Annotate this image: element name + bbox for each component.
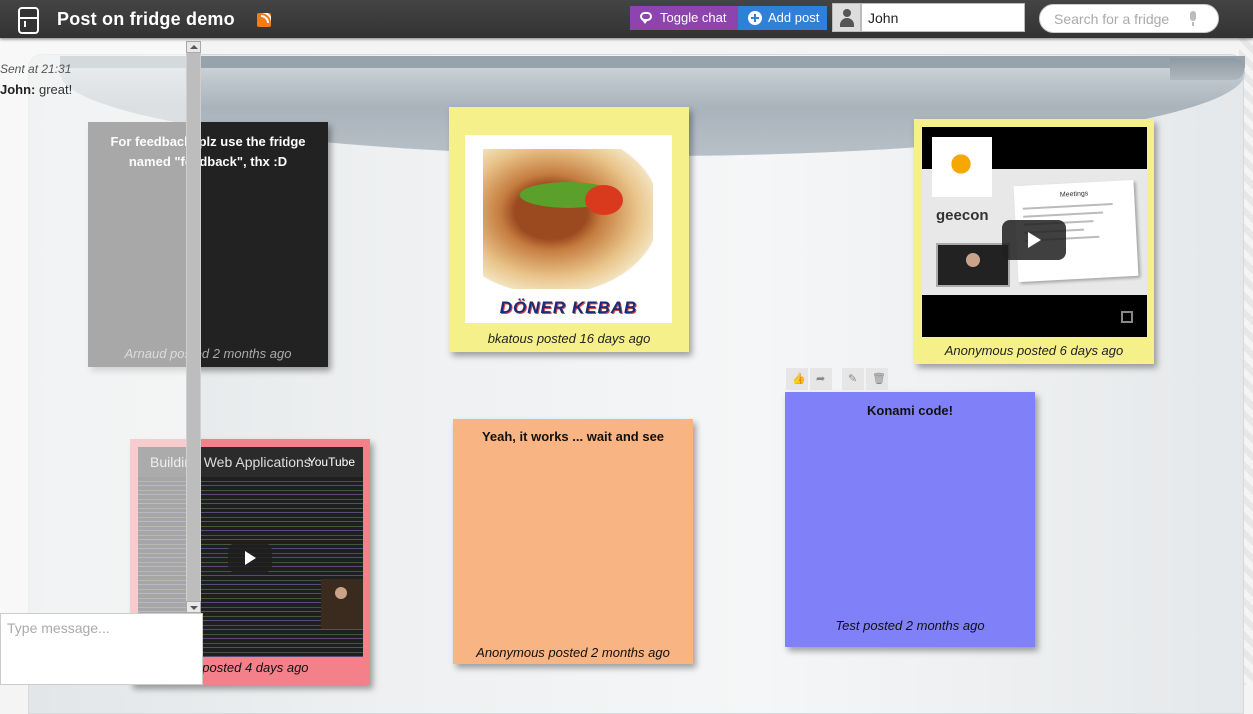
geecon-video-player[interactable]: geecon Meetings (922, 127, 1147, 337)
post-geecon-video[interactable]: geecon Meetings Anonymous posted 6 days … (914, 119, 1154, 364)
post-author: Anonymous posted 2 months ago (476, 645, 670, 660)
toggle-chat-button[interactable]: Toggle chat (630, 6, 738, 30)
thumbs-up-icon[interactable]: 👍 (786, 368, 808, 390)
top-bar: Post on fridge demo Toggle chat Add post (0, 0, 1253, 38)
chat-message: John: great! (0, 82, 72, 97)
scroll-up-icon[interactable] (186, 41, 201, 53)
chat-scrollbar[interactable] (186, 41, 201, 613)
plus-circle-icon (748, 11, 762, 25)
chat-message-author: John: (0, 82, 36, 97)
edit-icon[interactable]: ✎ (842, 368, 864, 390)
chat-message-input[interactable] (0, 613, 203, 685)
app-title[interactable]: Post on fridge demo (57, 9, 235, 30)
chat-icon (640, 11, 654, 25)
play-icon[interactable] (1002, 220, 1066, 260)
geecon-logo (932, 137, 992, 197)
chat-timestamp: Sent at 21:31 (0, 62, 72, 76)
geecon-brand: geecon (936, 207, 989, 224)
speaker-thumbnail (936, 243, 1010, 287)
youtube-logo[interactable]: YouTube (308, 455, 355, 469)
post-title: Yeah, it works ... wait and see (481, 429, 665, 444)
mic-icon[interactable] (1189, 11, 1197, 26)
share-icon[interactable]: ➦ (810, 368, 832, 390)
post-author: bkatous posted 16 days ago (487, 331, 651, 346)
post-author: Anonymous posted 6 days ago (944, 343, 1124, 358)
toggle-chat-label: Toggle chat (660, 10, 727, 25)
fullscreen-icon[interactable] (1121, 311, 1133, 323)
post-author: Test posted 2 months ago (835, 618, 985, 633)
scroll-down-icon[interactable] (186, 601, 201, 613)
speaker-thumbnail (321, 579, 363, 629)
fridge-icon[interactable] (18, 7, 39, 34)
post-title: Konami code! (867, 403, 953, 418)
post-konami[interactable]: Konami code! Test posted 2 months ago (785, 392, 1035, 647)
kebab-image-caption: DÖNER KEBAB (499, 298, 638, 317)
chat-panel: Sent at 21:31 John: great! (0, 41, 203, 685)
fridge-handle-end (1170, 58, 1244, 80)
scroll-thumb[interactable] (187, 53, 200, 601)
chat-log: Sent at 21:31 John: great! (0, 41, 186, 613)
username-input[interactable] (861, 3, 1025, 32)
post-kebab[interactable]: DÖNER KEBAB bkatous posted 16 days ago (449, 107, 689, 352)
trash-icon[interactable]: 🗑 (866, 368, 888, 390)
chat-message-text: great! (35, 82, 73, 97)
add-post-label: Add post (768, 10, 820, 25)
rss-icon[interactable] (257, 13, 271, 27)
play-icon[interactable] (228, 543, 272, 573)
slide-title: Meetings (1059, 190, 1089, 199)
post-works[interactable]: Yeah, it works ... wait and see Anonymou… (453, 419, 693, 664)
add-post-button[interactable]: Add post (738, 6, 827, 30)
kebab-image: DÖNER KEBAB (465, 135, 672, 323)
user-icon (832, 3, 861, 32)
